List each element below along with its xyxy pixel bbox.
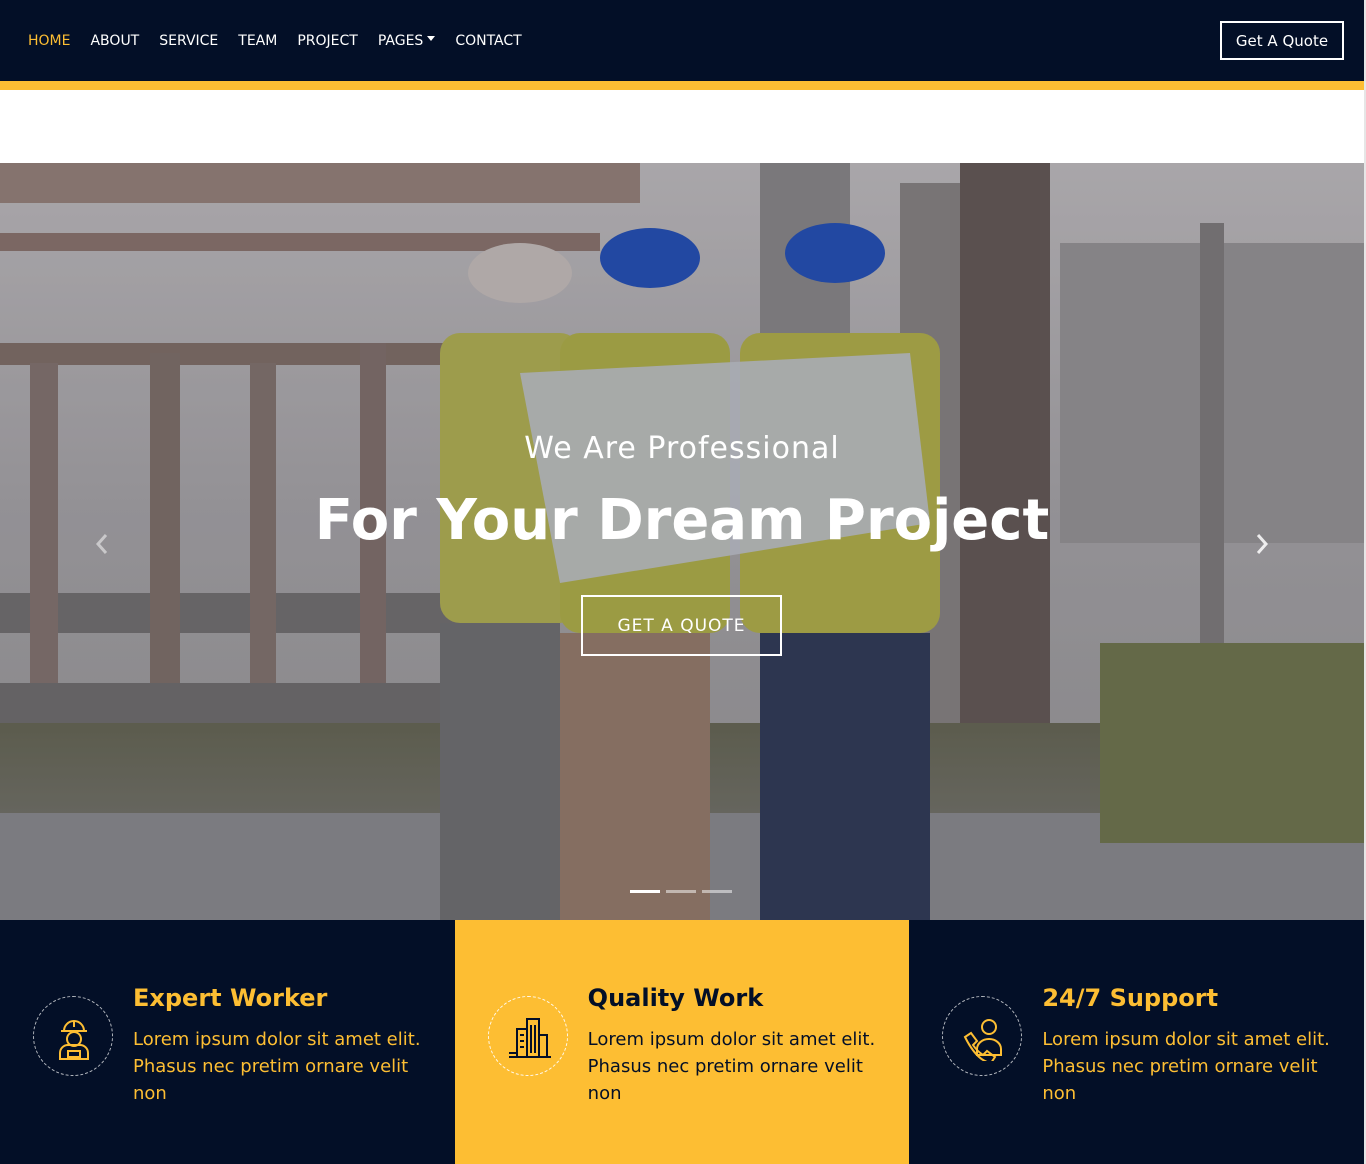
carousel-indicator-2[interactable]	[666, 890, 696, 893]
feature-title: 24/7 Support	[1042, 984, 1219, 1012]
worker-icon	[59, 1020, 89, 1060]
feature-text: Lorem ipsum dolor sit amet elit. Phasus …	[587, 1029, 876, 1104]
carousel-indicator-1[interactable]	[630, 890, 660, 893]
nav-menu: HOME ABOUT SERVICE TEAM PROJECT PAGES CO…	[28, 0, 542, 81]
chevron-right-icon[interactable]	[1252, 531, 1272, 557]
nav-pages-label: PAGES	[377, 32, 424, 49]
carousel-indicator-3[interactable]	[702, 890, 732, 893]
header-spacer	[0, 90, 1366, 163]
feature-card-expert-worker: Expert Worker Lorem ipsum dolor sit amet…	[0, 920, 455, 1164]
nav-accent-stripe	[0, 81, 1366, 90]
get-quote-button[interactable]: Get A Quote	[1220, 21, 1344, 60]
nav-service[interactable]: SERVICE	[159, 33, 218, 49]
feature-icon-circle	[942, 996, 1023, 1076]
hero-title: For Your Dream Project	[314, 488, 1050, 553]
nav-contact[interactable]: CONTACT	[455, 33, 521, 49]
chevron-down-icon	[427, 36, 436, 41]
building-icon	[508, 1018, 551, 1058]
nav-project[interactable]: PROJECT	[297, 33, 358, 49]
top-navbar: HOME ABOUT SERVICE TEAM PROJECT PAGES CO…	[0, 0, 1366, 81]
feature-text: Lorem ipsum dolor sit amet elit. Phasus …	[1042, 1029, 1330, 1104]
feature-title: Expert Worker	[133, 984, 328, 1012]
features-section: Expert Worker Lorem ipsum dolor sit amet…	[0, 920, 1365, 1164]
feature-icon-circle	[487, 996, 568, 1076]
hero-get-quote-button[interactable]: GET A QUOTE	[581, 595, 782, 656]
feature-text: Lorem ipsum dolor sit amet elit. Phasus …	[133, 1029, 421, 1104]
hero-subtitle: We Are Professional	[524, 431, 840, 466]
nav-home[interactable]: HOME	[28, 33, 70, 49]
nav-about[interactable]: ABOUT	[90, 33, 139, 49]
hero-carousel: We Are Professional For Your Dream Proje…	[0, 163, 1364, 920]
feature-title: Quality Work	[587, 984, 764, 1012]
feature-card-support: 24/7 Support Lorem ipsum dolor sit amet …	[909, 920, 1365, 1164]
nav-team[interactable]: TEAM	[238, 33, 277, 49]
chevron-left-icon[interactable]	[92, 531, 112, 557]
feature-card-quality-work: Quality Work Lorem ipsum dolor sit amet …	[454, 920, 910, 1164]
feature-icon-circle	[33, 996, 113, 1076]
nav-pages-dropdown[interactable]: PAGES	[377, 32, 436, 49]
carousel-indicators	[630, 890, 732, 893]
call-support-icon	[964, 1019, 1003, 1061]
